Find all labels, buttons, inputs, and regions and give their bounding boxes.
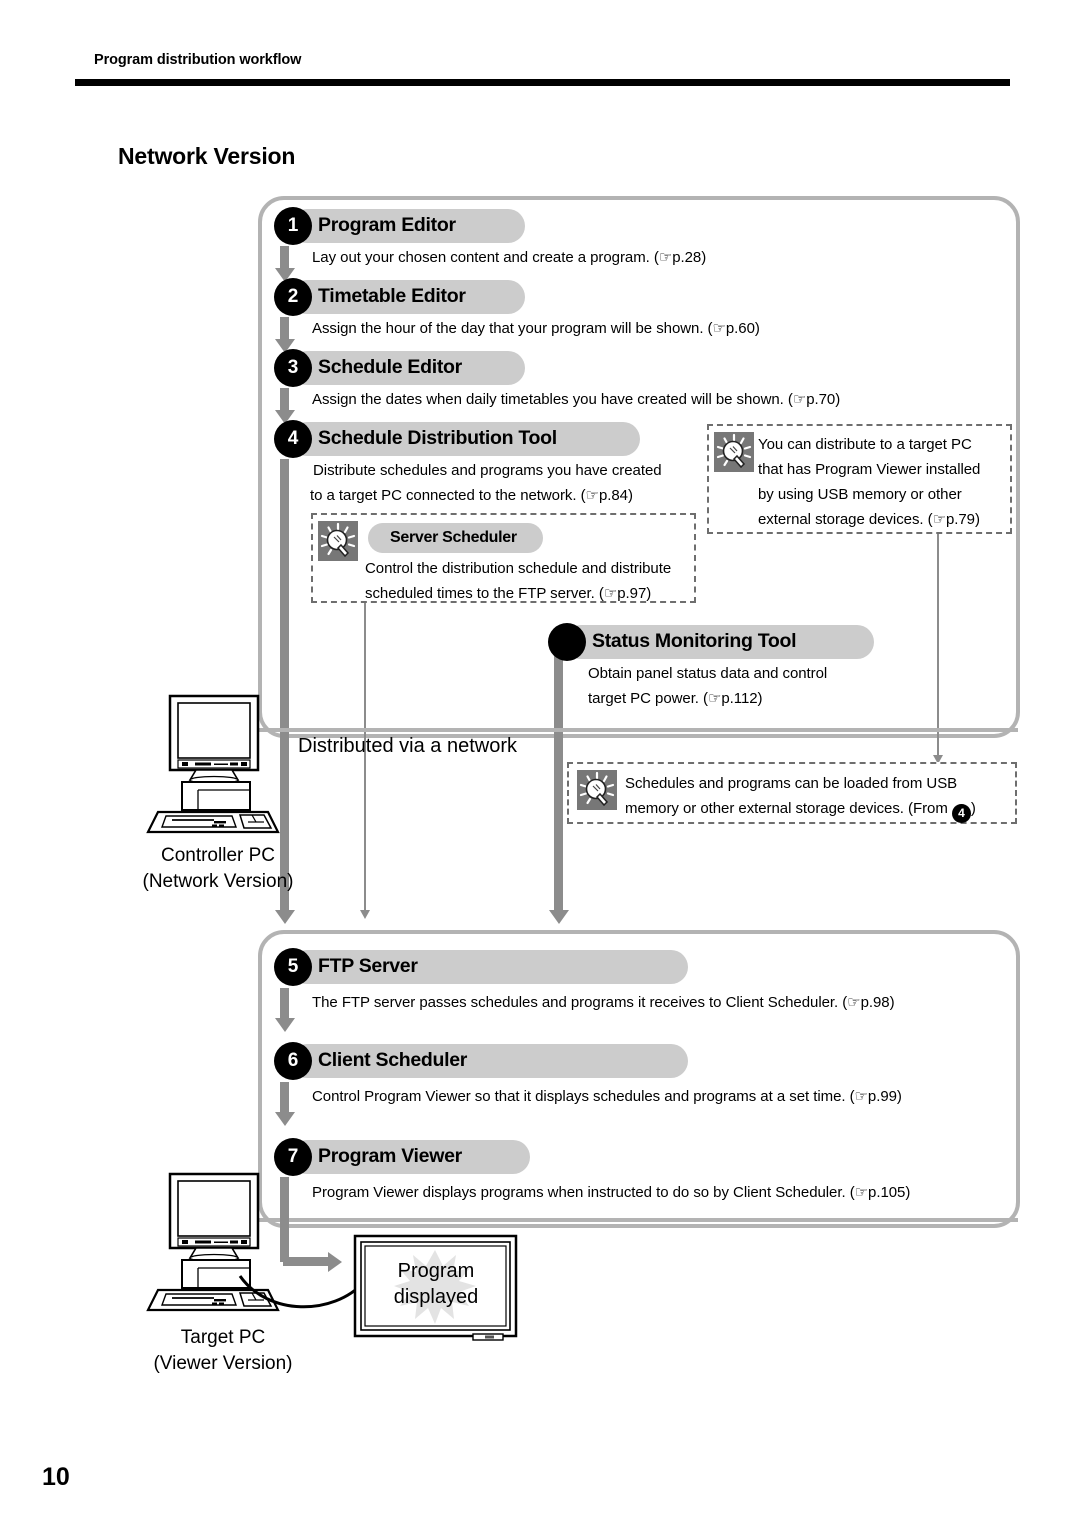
step-badge-1: 1	[274, 207, 312, 245]
step-badge-status	[548, 623, 586, 661]
lightbulb-icon	[577, 770, 617, 810]
step-label: Client Scheduler	[318, 1049, 468, 1072]
running-head: Program distribution workflow	[94, 52, 302, 68]
step-pill: Program Editor	[290, 209, 525, 243]
controller-pc-label-line2: (Network Version)	[142, 871, 294, 892]
target-pc-label-line2: (Viewer Version)	[153, 1353, 293, 1374]
step-label: Schedule Distribution Tool	[318, 427, 557, 450]
arrow-status-monitoring	[549, 910, 569, 924]
step-pill: Program Viewer	[290, 1140, 530, 1174]
arrow-step6-step7	[275, 1112, 295, 1126]
network-distribution-label: Distributed via a network	[298, 735, 517, 757]
step-badge-4: 4	[274, 420, 312, 458]
connector-status-monitoring	[554, 655, 563, 914]
step-description-7: Program Viewer displays programs when in…	[312, 1184, 911, 1201]
step-pill: FTP Server	[290, 950, 688, 984]
lightbulb-icon	[714, 432, 754, 472]
step-description-6: Control Program Viewer so that it displa…	[312, 1088, 902, 1105]
step-label: Status Monitoring Tool	[592, 630, 797, 653]
connector-usb-distribute	[937, 534, 939, 760]
usb-load-line1: Schedules and programs can be loaded fro…	[625, 775, 958, 792]
step-description-status-line2: target PC power. (☞p.112)	[588, 690, 763, 707]
connector-step6-step7	[280, 1082, 289, 1116]
step-description-status-line1: Obtain panel status data and control	[588, 665, 828, 682]
step-description-3: Assign the dates when daily timetables y…	[312, 391, 841, 408]
step-pill: Client Scheduler	[290, 1044, 688, 1078]
step-badge-5: 5	[274, 948, 312, 986]
server-scheduler-line2: scheduled times to the FTP server. (☞p.9…	[365, 585, 652, 602]
step-description-5: The FTP server passes schedules and prog…	[312, 994, 895, 1011]
arrow-server-scheduler	[360, 910, 370, 919]
step-description-1: Lay out your chosen content and create a…	[312, 249, 707, 266]
target-pc-label-line1: Target PC	[180, 1327, 266, 1348]
step-pill: Schedule Distribution Tool	[290, 422, 640, 456]
target-network-line	[218, 1218, 1018, 1222]
usb-distribute-line2: that has Program Viewer installed	[758, 461, 981, 478]
step-label: Timetable Editor	[318, 285, 466, 308]
header-rule	[75, 79, 1010, 86]
step-label: Schedule Editor	[318, 356, 462, 379]
controller-network-line	[218, 728, 1018, 732]
step-badge-2: 2	[274, 278, 312, 316]
server-scheduler-label: Server Scheduler	[390, 529, 517, 546]
step-label: Program Viewer	[318, 1145, 462, 1168]
usb-load-line2-post: )	[970, 800, 976, 817]
step-badge-7: 7	[274, 1138, 312, 1176]
step-label: FTP Server	[318, 955, 418, 978]
lightbulb-icon	[318, 521, 358, 561]
server-scheduler-pill: Server Scheduler	[368, 523, 543, 553]
step-pill: Timetable Editor	[290, 280, 525, 314]
usb-distribute-line3: by using USB memory or other	[758, 486, 962, 503]
step-pill: Status Monitoring Tool	[564, 625, 874, 659]
step-label: Program Editor	[318, 214, 456, 237]
pc-to-display-cable	[238, 1275, 366, 1309]
connector-server-scheduler	[364, 602, 366, 917]
usb-distribute-line4: external storage devices. (☞p.79)	[758, 511, 980, 528]
step-badge-6: 6	[274, 1042, 312, 1080]
controller-pc-illustration	[140, 694, 290, 839]
step-description-2: Assign the hour of the day that your pro…	[312, 320, 760, 337]
step-pill: Schedule Editor	[290, 351, 525, 385]
page-number: 10	[42, 1463, 70, 1491]
step-badge-3: 3	[274, 349, 312, 387]
step-description-4-line1: Distribute schedules and programs you ha…	[313, 462, 662, 479]
usb-load-step-badge: 4	[951, 804, 971, 823]
usb-load-line2: memory or other external storage devices…	[625, 796, 976, 823]
arrow-step4-ftp	[275, 910, 295, 924]
step-description-4-line2: to a target PC connected to the network.…	[310, 487, 633, 504]
page-title: Network Version	[118, 143, 296, 169]
connector-step5-step6	[280, 988, 289, 1022]
display-burst-line2: displayed	[393, 1286, 479, 1308]
arrow-step5-step6	[275, 1018, 295, 1032]
controller-pc-label-line1: Controller PC	[160, 845, 276, 866]
usb-distribute-line1: You can distribute to a target PC	[758, 436, 972, 453]
usb-load-line2-pre: memory or other external storage devices…	[625, 800, 952, 817]
server-scheduler-line1: Control the distribution schedule and di…	[365, 560, 672, 577]
display-burst-line1: Program	[397, 1260, 475, 1282]
